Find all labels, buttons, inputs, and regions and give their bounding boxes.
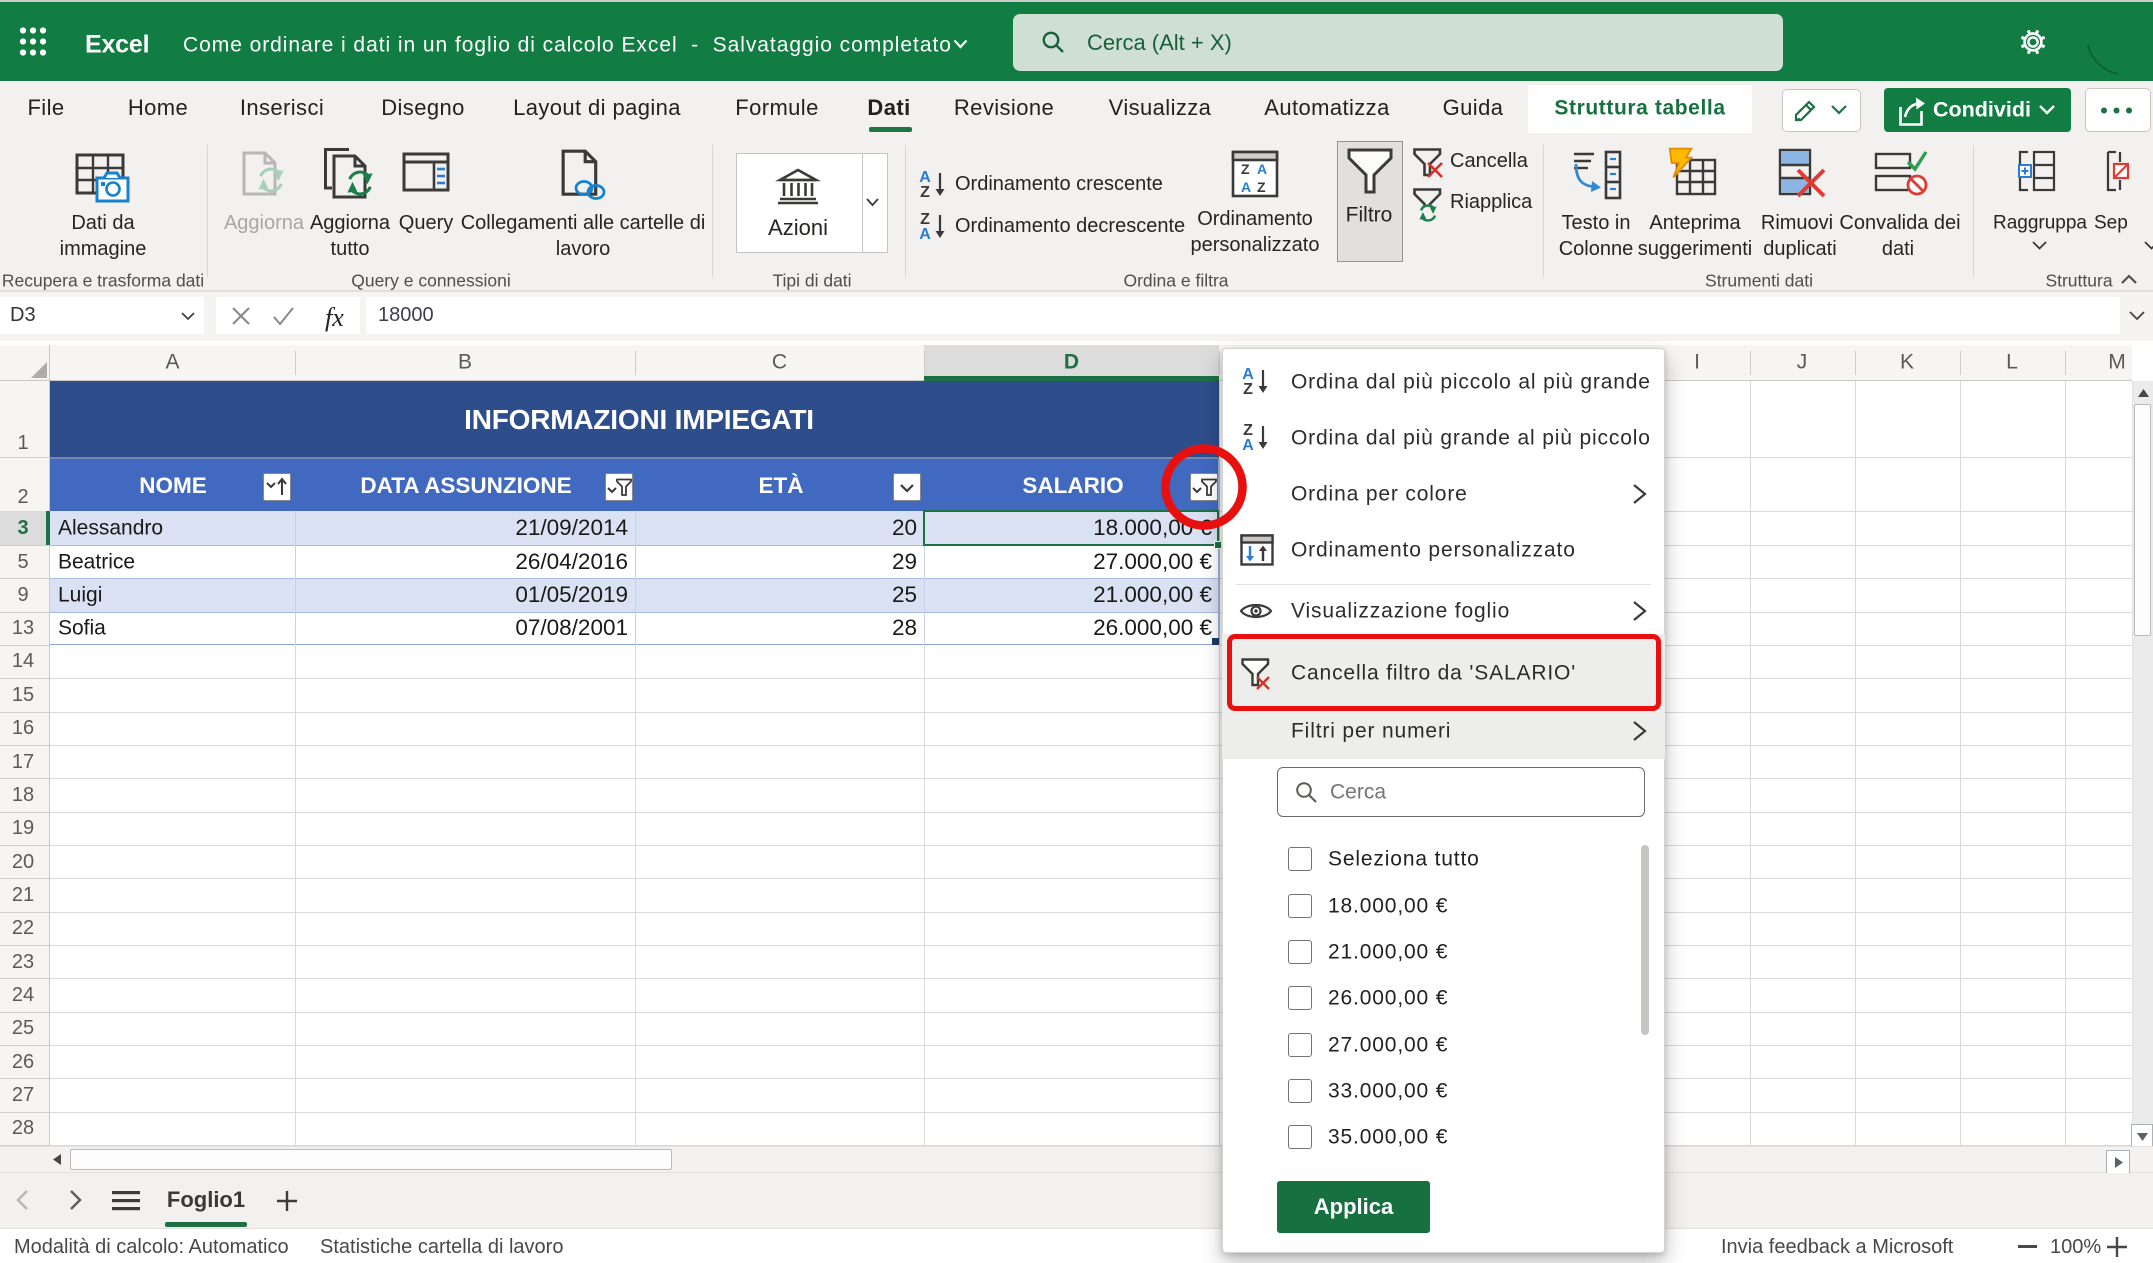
svg-text:A: A: [1257, 161, 1267, 177]
svg-text:Z: Z: [1241, 161, 1250, 177]
svg-text:Z: Z: [1257, 179, 1266, 195]
svg-text:A: A: [1241, 179, 1251, 195]
